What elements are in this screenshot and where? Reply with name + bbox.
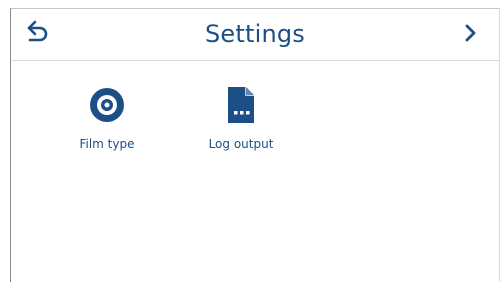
tile-film-type[interactable]: Film type [47, 79, 167, 189]
header-bar: Settings [11, 9, 499, 61]
settings-screen: Settings Film type Log output [10, 8, 500, 282]
tile-log-output[interactable]: Log output [181, 79, 301, 189]
log-file-icon [221, 85, 261, 125]
tile-label-film-type: Film type [79, 137, 135, 151]
chevron-right-icon [464, 23, 478, 47]
film-reel-icon [87, 85, 127, 125]
tile-label-log-output: Log output [208, 137, 274, 151]
next-button[interactable] [457, 20, 485, 50]
page-title: Settings [204, 20, 306, 48]
